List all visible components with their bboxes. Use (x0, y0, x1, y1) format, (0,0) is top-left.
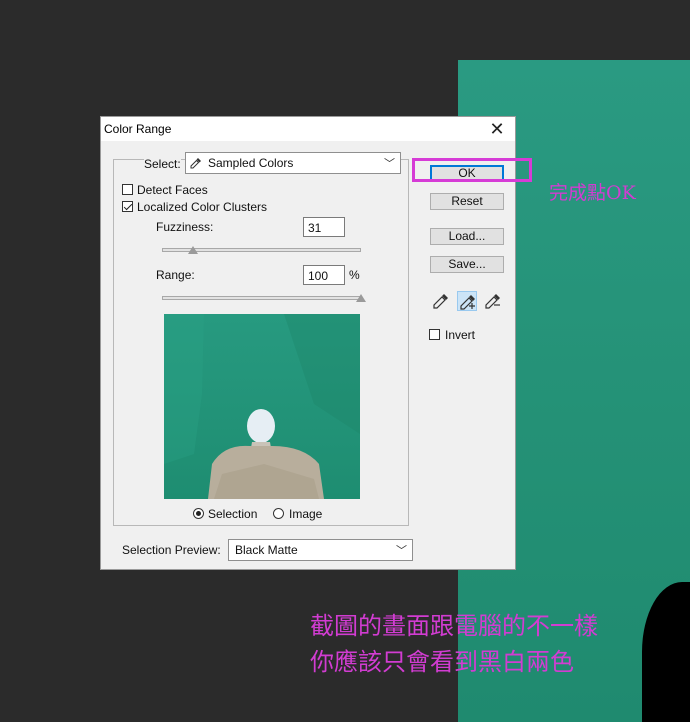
load-button[interactable]: Load... (430, 228, 504, 245)
dialog-titlebar[interactable]: Color Range ✕ (101, 117, 515, 141)
image-radio-label: Image (289, 507, 323, 521)
localized-clusters-label: Localized Color Clusters (137, 200, 268, 214)
chevron-down-icon: ﹀ (396, 545, 407, 557)
selection-preview-value: Black Matte (235, 543, 298, 557)
range-label: Range: (156, 268, 195, 282)
select-value: Sampled Colors (208, 156, 294, 170)
dialog-title: Color Range (104, 122, 172, 136)
image-radio[interactable] (273, 508, 284, 519)
localized-clusters-checkbox[interactable] (122, 201, 133, 212)
selection-radio-label: Selection (208, 507, 258, 521)
close-icon[interactable]: ✕ (487, 119, 507, 139)
selection-preview-image (164, 314, 360, 499)
preview-figure (164, 314, 360, 499)
add-to-sample-eyedropper-icon[interactable] (457, 291, 477, 311)
reset-button[interactable]: Reset (430, 193, 504, 210)
range-slider-thumb[interactable] (356, 294, 366, 302)
chevron-down-icon: ﹀ (384, 158, 395, 170)
range-slider-track[interactable] (162, 296, 361, 300)
annotation-line-1: 截圖的畫面跟電腦的不一樣 (310, 612, 598, 640)
fuzziness-label: Fuzziness: (156, 220, 214, 234)
ok-highlight-box (412, 158, 532, 182)
selection-radio[interactable] (193, 508, 204, 519)
color-range-dialog: Color Range ✕ Select: Sampled Colors ﹀ D… (100, 116, 516, 570)
detect-faces-label: Detect Faces (137, 183, 208, 197)
range-unit: % (349, 268, 360, 282)
selection-preview-label: Selection Preview: (122, 543, 221, 557)
invert-checkbox[interactable] (429, 329, 440, 340)
range-input[interactable]: 100 (303, 265, 345, 285)
invert-label: Invert (445, 328, 476, 342)
select-dropdown[interactable]: Sampled Colors ﹀ (185, 152, 401, 174)
subtract-from-sample-eyedropper-icon[interactable] (483, 291, 503, 311)
annotation-line-2: 你應該只會看到黑白兩色 (310, 648, 574, 676)
save-button[interactable]: Save... (430, 256, 504, 273)
annotation-ok-note: 完成點OK (549, 182, 636, 204)
fuzziness-input[interactable]: 31 (303, 217, 345, 237)
select-label: Select: (144, 157, 181, 171)
fuzziness-slider-thumb[interactable] (187, 246, 198, 254)
canvas-black-area (642, 582, 690, 722)
eyedropper-small-icon (190, 158, 201, 169)
selection-preview-dropdown[interactable]: Black Matte ﹀ (228, 539, 413, 561)
detect-faces-checkbox[interactable] (122, 184, 133, 195)
eyedropper-icon[interactable] (431, 291, 451, 311)
